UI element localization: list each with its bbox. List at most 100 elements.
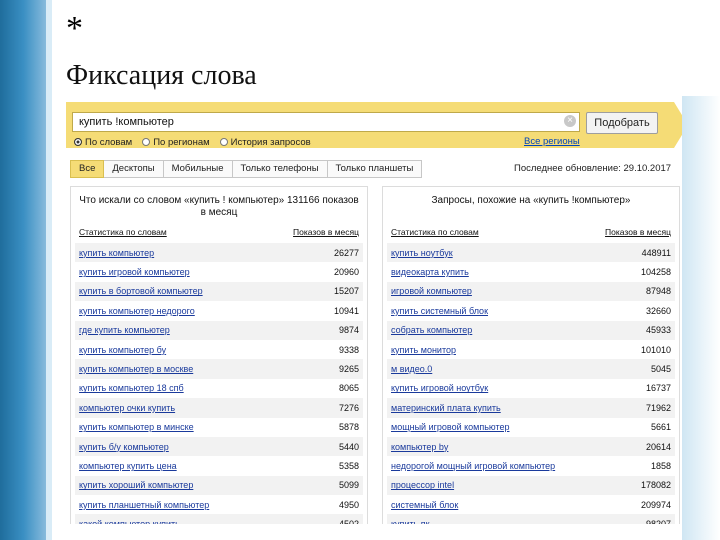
tab-phones-only[interactable]: Только телефоны [232,160,328,178]
table-row: компьютер очки купить 7276 [75,398,363,418]
tab-mobile[interactable]: Мобильные [163,160,233,178]
impressions-count: 10941 [333,305,359,316]
keyword-link[interactable]: материнский плата купить [391,403,501,413]
keyword-link[interactable]: компьютер очки купить [79,403,175,413]
col-header-phrase[interactable]: Статистика по словам [391,227,479,237]
slide-title: Фиксация слова [66,60,257,91]
impressions-count: 101010 [640,344,671,355]
submit-button[interactable]: Подобрать [586,112,658,134]
keyword-link[interactable]: купить ноутбук [391,248,453,258]
impressions-count: 87948 [645,286,671,297]
keyword-link[interactable]: купить хороший компьютер [79,480,193,490]
table-row: игровой компьютер 87948 [387,281,675,302]
clear-icon[interactable]: × [564,115,576,127]
impressions-count: 16737 [645,383,671,394]
keyword-link[interactable]: купить компьютер бу [79,345,166,355]
keyword-link[interactable]: где купить компьютер [79,325,170,335]
impressions-count: 209974 [640,499,671,510]
keyword-link[interactable]: купить в бортовой компьютер [79,286,203,296]
keyword-link[interactable]: недорогой мощный игровой компьютер [391,461,555,471]
search-input[interactable]: купить !компьютер [72,112,580,132]
table-row: купить компьютер недорого 10941 [75,301,363,320]
radio-dot-icon [219,138,228,146]
tab-tablets-only[interactable]: Только планшеты [327,160,423,178]
table-row: купить монитор 101010 [387,340,675,359]
impressions-count: 5099 [338,480,359,491]
impressions-count: 9265 [338,364,359,375]
impressions-count: 20960 [333,267,359,278]
impressions-count: 178082 [640,480,671,491]
keyword-link[interactable]: купить компьютер в москве [79,364,193,374]
col-header-count[interactable]: Показов в месяц [293,227,359,237]
impressions-count: 71962 [645,402,671,413]
keyword-link[interactable]: видеокарта купить [391,267,469,277]
keyword-link[interactable]: купить игровой компьютер [79,267,190,277]
table-row: компьютер by 20614 [387,436,675,457]
col-header-phrase[interactable]: Статистика по словам [79,227,167,237]
table-row: какой компьютер купить 4502 [75,514,363,524]
radio-by-words[interactable]: По словам [74,136,132,148]
all-regions-link[interactable]: Все регионы [524,136,580,147]
keyword-link[interactable]: купить компьютер 18 спб [79,383,184,393]
table-row: компьютер купить цена 5358 [75,456,363,475]
table-row: собрать компьютер 45933 [387,320,675,340]
slide-side-band [0,0,52,540]
tab-all[interactable]: Все [70,160,105,178]
table-row: мощный игровой компьютер 5661 [387,418,675,437]
keyword-link[interactable]: купить планшетный компьютер [79,500,209,510]
keyword-link[interactable]: купить б/у компьютер [79,442,169,452]
results-list: купить ноутбук 448911 видеокарта купить 104… [387,243,675,524]
radio-label: История запросов [230,136,311,148]
search-mode-radios: По словам По регионам История запросов [74,136,311,148]
impressions-count: 1858 [650,460,671,471]
impressions-count: 5661 [650,422,671,433]
keyword-link[interactable]: мощный игровой компьютер [391,422,509,432]
tab-desktops[interactable]: Десктопы [104,160,164,178]
column-headers: Статистика по словам Показов в месяц [391,227,671,239]
table-row: купить планшетный компьютер 4950 [75,495,363,514]
impressions-count: 7276 [338,402,359,413]
radio-dot-icon [74,138,82,146]
table-row: системный блок 209974 [387,495,675,514]
impressions-count: 4502 [339,519,359,524]
keyword-link[interactable]: купить компьютер недорого [79,306,195,316]
wordstat-screenshot: купить !компьютер × Подобрать По словам … [66,100,682,524]
table-row: купить игровой ноутбук 16737 [387,379,675,398]
radio-label: По словам [85,136,133,148]
impressions-count: 15207 [333,286,359,297]
keyword-link[interactable]: системный блок [391,500,458,510]
impressions-count: 5045 [650,364,671,375]
table-row: купить компьютер 26277 [75,243,363,263]
keyword-link[interactable]: купить игровой ноутбук [391,383,488,393]
panel-title: Запросы, похожие на «купить !компьютер» [431,195,631,206]
keyword-link[interactable]: купить системный блок [391,306,488,316]
keyword-link[interactable]: какой компьютер купить [79,519,180,524]
keyword-link[interactable]: купить компьютер в минске [79,422,194,432]
table-row: купить в бортовой компьютер 15207 [75,281,363,302]
table-row: купить системный блок 32660 [387,301,675,320]
keyword-link[interactable]: купить монитор [391,345,456,355]
table-row: купить компьютер в москве 9265 [75,359,363,379]
table-row: купить компьютер в минске 5878 [75,418,363,437]
keyword-link[interactable]: компьютер купить цена [79,461,177,471]
keyword-link[interactable]: собрать компьютер [391,325,472,335]
slide-band-edge [46,0,52,540]
keyword-link[interactable]: м видео.0 [391,364,432,374]
table-row: купить пк 98207 [387,514,675,524]
keyword-link[interactable]: процессор intel [391,480,454,490]
radio-history[interactable]: История запросов [219,136,311,148]
keyword-link[interactable]: компьютер by [391,442,448,452]
last-update: Последнее обновление: 29.10.2017 [514,163,672,174]
impressions-count: 5440 [338,441,359,452]
table-row: процессор intel 178082 [387,475,675,496]
left-results-panel: Что искали со словом «купить ! компьютер… [70,186,368,524]
keyword-link[interactable]: купить компьютер [79,248,154,258]
impressions-count: 104258 [640,267,671,278]
keyword-link[interactable]: купить пк [391,519,430,524]
slide-bullet: * [66,10,83,47]
radio-by-regions[interactable]: По регионам [142,136,210,148]
search-bar-arrow [674,102,682,148]
keyword-link[interactable]: игровой компьютер [391,286,472,296]
col-header-count[interactable]: Показов в месяц [605,227,671,237]
right-results-panel: Запросы, похожие на «купить !компьютер» … [382,186,680,524]
